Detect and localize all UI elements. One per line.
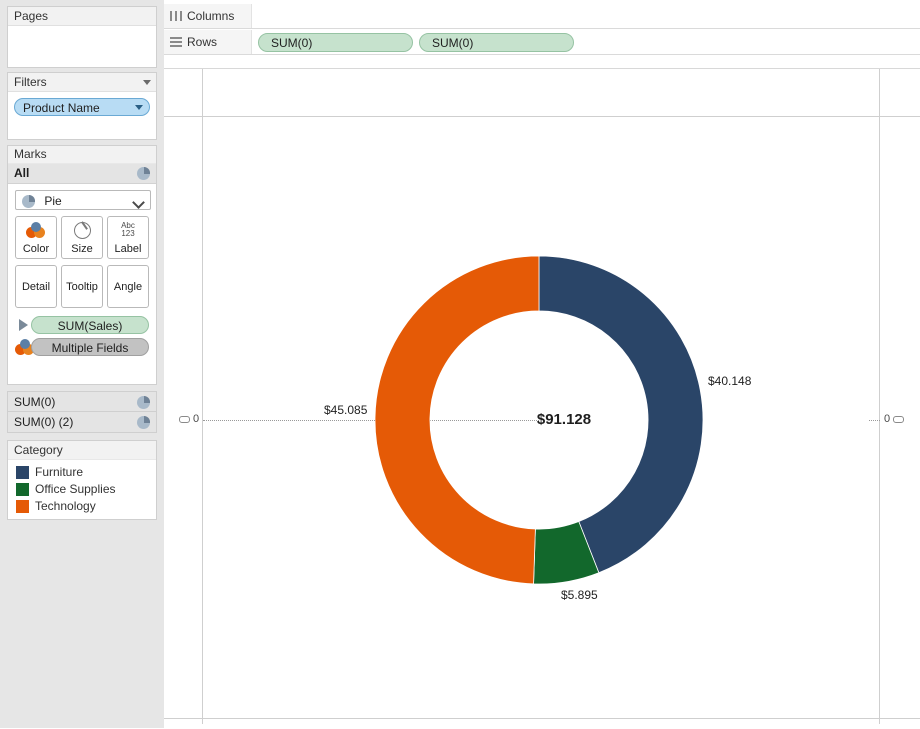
legend-label-furniture: Furniture xyxy=(35,465,84,479)
filters-card-header: Filters xyxy=(8,73,156,92)
tick-dash-icon xyxy=(893,415,905,423)
chart-canvas[interactable]: 0 0 $40.148 $45.085 $5.895 $91.128 xyxy=(164,69,920,724)
chevron-down-icon[interactable] xyxy=(135,105,143,110)
marks-color-button[interactable]: Color xyxy=(15,216,57,259)
legend-item-furniture[interactable]: Furniture xyxy=(14,464,150,480)
marks-size-button[interactable]: Size xyxy=(61,216,103,259)
filters-card-body[interactable]: Product Name xyxy=(8,92,156,124)
sidebar-empty-space xyxy=(0,520,164,728)
marks-all-label: All xyxy=(14,166,30,180)
tableau-worksheet-window: Pages Filters Product Name Marks All Pie… xyxy=(0,0,920,729)
pages-card: Pages xyxy=(7,6,157,68)
color-icon xyxy=(16,217,56,243)
columns-icon xyxy=(170,11,182,21)
legend-item-office-supplies[interactable]: Office Supplies xyxy=(14,481,150,497)
view-bottom-strip xyxy=(164,724,920,729)
legend-item-technology[interactable]: Technology xyxy=(14,498,150,514)
axis-line-right xyxy=(879,69,880,724)
rows-shelf-pills: SUM(0) SUM(0) xyxy=(252,32,574,52)
marks-pill-row-color: Multiple Fields xyxy=(15,338,149,356)
filters-title: Filters xyxy=(14,75,47,89)
color-icon xyxy=(15,339,34,355)
axis-tick-right: 0 xyxy=(884,413,907,425)
pages-card-body[interactable] xyxy=(8,26,156,40)
filter-pill-product-name[interactable]: Product Name xyxy=(14,98,150,116)
donut-center-total-label: $91.128 xyxy=(536,411,592,428)
columns-shelf-label: Columns xyxy=(164,4,252,28)
abc-123-icon: Abc 123 xyxy=(121,221,135,238)
marks-card-row-label: SUM(0) xyxy=(14,395,56,409)
filters-card: Filters Product Name xyxy=(7,72,157,140)
axis-line-left xyxy=(202,69,203,724)
marks-pill-multiple-fields[interactable]: Multiple Fields xyxy=(31,338,149,356)
marks-tooltip-button[interactable]: Tooltip xyxy=(61,265,103,308)
marks-pill-row-angle: SUM(Sales) xyxy=(15,316,149,334)
marks-label-label: Label xyxy=(114,243,142,255)
chevron-down-icon[interactable] xyxy=(143,80,151,85)
rows-icon xyxy=(170,37,182,47)
marks-pill-sum-sales[interactable]: SUM(Sales) xyxy=(31,316,149,334)
chart-view[interactable]: 0 0 $40.148 $45.085 $5.895 $91.128 xyxy=(164,68,920,729)
filter-pill-label: Product Name xyxy=(23,101,100,115)
chevron-down-icon[interactable] xyxy=(132,196,145,209)
axis-line-bottom xyxy=(164,718,920,719)
worksheet-panel: Columns Rows SUM(0) SUM(0) 0 0 $40.148 $… xyxy=(164,0,920,729)
marks-detail-label: Detail xyxy=(21,280,51,293)
legend-header: Category xyxy=(8,441,156,460)
marks-card-row-sum-0-2[interactable]: SUM(0) (2) xyxy=(7,412,157,433)
rows-label-text: Rows xyxy=(187,35,218,49)
slice-label-office-supplies: $5.895 xyxy=(561,588,598,602)
pages-title: Pages xyxy=(14,9,49,23)
legend-swatch-office-supplies xyxy=(16,482,29,496)
marks-size-label: Size xyxy=(71,243,93,255)
marks-title: Marks xyxy=(14,147,47,161)
marks-all-row[interactable]: All xyxy=(8,164,156,184)
marks-detail-button[interactable]: Detail xyxy=(15,265,57,308)
rows-pill-sum-0-b[interactable]: SUM(0) xyxy=(419,32,574,52)
pie-icon xyxy=(22,195,35,209)
mark-type-label: Pie xyxy=(44,194,62,208)
pie-icon xyxy=(137,416,150,429)
slice-label-technology: $45.085 xyxy=(324,403,368,417)
reference-line-right xyxy=(869,420,880,422)
marks-button-row-2: Detail Tooltip Angle xyxy=(15,265,149,308)
marks-card: Marks All Pie Color Size Abc 123 Label D… xyxy=(7,145,157,385)
rows-pill-sum-0-a[interactable]: SUM(0) xyxy=(258,32,413,52)
angle-triangle-icon xyxy=(15,319,31,331)
marks-angle-button[interactable]: Angle xyxy=(107,265,149,308)
category-legend-card: Category Furniture Office Supplies Techn… xyxy=(7,440,157,520)
mark-type-dropdown[interactable]: Pie xyxy=(15,190,151,210)
marks-label-button[interactable]: Abc 123 Label xyxy=(107,216,149,259)
legend-label-office-supplies: Office Supplies xyxy=(35,482,116,496)
size-icon xyxy=(62,217,102,243)
marks-color-label: Color xyxy=(22,243,50,255)
axis-tick-right-label: 0 xyxy=(884,413,891,425)
rows-shelf[interactable]: Rows SUM(0) SUM(0) xyxy=(164,30,920,55)
marks-card-row-label: SUM(0) (2) xyxy=(14,415,74,429)
tick-dash-icon xyxy=(179,415,190,423)
rows-shelf-label: Rows xyxy=(164,30,252,54)
legend-label-technology: Technology xyxy=(35,499,96,513)
slice-label-furniture: $40.148 xyxy=(708,374,752,388)
shelf-area: Columns Rows SUM(0) SUM(0) xyxy=(164,0,920,68)
marks-pill-list: SUM(Sales) Multiple Fields xyxy=(15,316,149,356)
marks-card-row-sum-0[interactable]: SUM(0) xyxy=(7,391,157,412)
pie-icon xyxy=(137,396,150,409)
axis-tick-left-label: 0 xyxy=(193,413,200,425)
marks-tooltip-label: Tooltip xyxy=(66,280,98,293)
legend-title: Category xyxy=(14,443,63,457)
left-sidebar: Pages Filters Product Name Marks All Pie… xyxy=(0,0,164,728)
pages-card-header: Pages xyxy=(8,7,156,26)
axis-tick-left: 0 xyxy=(176,413,199,425)
marks-button-row-1: Color Size Abc 123 Label xyxy=(15,216,149,259)
legend-swatch-technology xyxy=(16,499,29,513)
columns-shelf[interactable]: Columns xyxy=(164,4,920,29)
marks-angle-label: Angle xyxy=(113,280,143,293)
legend-body: Furniture Office Supplies Technology xyxy=(8,460,156,519)
axis-line-top xyxy=(164,116,920,117)
columns-label-text: Columns xyxy=(187,9,235,23)
pie-icon xyxy=(137,167,150,180)
legend-swatch-furniture xyxy=(16,465,29,479)
marks-card-header: Marks xyxy=(8,146,156,164)
